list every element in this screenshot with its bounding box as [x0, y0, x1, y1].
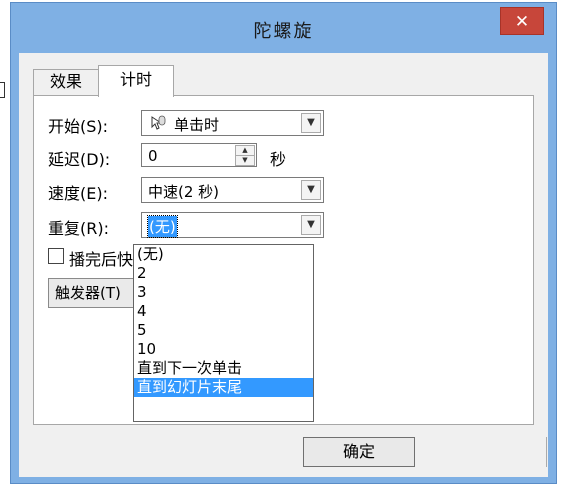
- dropdown-option[interactable]: 5: [134, 321, 313, 340]
- tab-timing[interactable]: 计时: [98, 65, 174, 97]
- delay-value: 0: [148, 147, 158, 165]
- cancel-button-partial[interactable]: [419, 437, 547, 467]
- delay-unit: 秒: [270, 150, 287, 169]
- tab-effects[interactable]: 效果: [33, 69, 99, 95]
- dropdown-option[interactable]: 4: [134, 302, 313, 321]
- delay-label: 延迟(D):: [48, 150, 111, 169]
- chevron-down-icon[interactable]: ▼: [301, 113, 321, 133]
- speed-select[interactable]: 中速(2 秒) ▼: [141, 177, 324, 203]
- repeat-value: (无): [147, 215, 178, 238]
- speed-label: 速度(E):: [48, 184, 108, 203]
- dropdown-option[interactable]: 10: [134, 340, 313, 359]
- delay-input[interactable]: 0 ▲ ▼: [141, 143, 257, 167]
- mouse-icon: [151, 115, 166, 130]
- start-value: 单击时: [174, 116, 220, 134]
- spin-down-icon[interactable]: ▼: [235, 155, 255, 166]
- repeat-label: 重复(R):: [48, 219, 109, 238]
- dropdown-option[interactable]: (无): [134, 245, 313, 264]
- dropdown-option[interactable]: 2: [134, 264, 313, 283]
- dropdown-option[interactable]: 3: [134, 283, 313, 302]
- start-label: 开始(S):: [48, 117, 109, 136]
- ok-button[interactable]: 确定: [303, 437, 415, 467]
- title-bar[interactable]: 陀螺旋 ✕: [11, 3, 556, 53]
- repeat-select[interactable]: (无) ▼: [141, 212, 324, 238]
- speed-value: 中速(2 秒): [148, 183, 220, 201]
- dropdown-option[interactable]: 直到下一次单击: [134, 359, 313, 378]
- chevron-down-icon[interactable]: ▼: [301, 180, 321, 200]
- background-fragment: [0, 82, 5, 98]
- start-select[interactable]: 单击时 ▼: [141, 110, 324, 136]
- dialog-title: 陀螺旋: [253, 21, 314, 42]
- rewind-label: 播完后快: [69, 250, 134, 269]
- repeat-dropdown-list: (无) 2 3 4 5 10 直到下一次单击 直到幻灯片末尾: [133, 244, 314, 422]
- close-button[interactable]: ✕: [500, 7, 544, 35]
- close-icon: ✕: [514, 12, 530, 32]
- chevron-down-icon[interactable]: ▼: [301, 215, 321, 235]
- rewind-checkbox[interactable]: [48, 248, 64, 264]
- dropdown-option-highlighted[interactable]: 直到幻灯片末尾: [134, 378, 313, 397]
